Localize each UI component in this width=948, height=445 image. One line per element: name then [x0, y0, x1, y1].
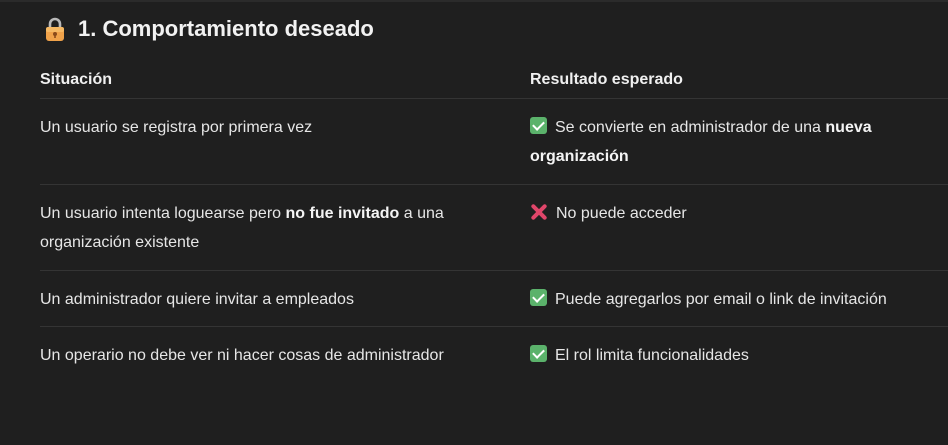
situation-cell: Un administrador quiere invitar a emplea…: [40, 291, 354, 308]
check-icon: [530, 345, 547, 362]
situation-cell: Un operario no debe ver ni hacer cosas d…: [40, 347, 444, 364]
result-text: No puede acceder: [556, 205, 687, 222]
cross-icon: [530, 203, 548, 221]
section-heading: 1. Comportamiento deseado: [42, 16, 374, 42]
column-header-situation: Situación: [40, 71, 113, 88]
behavior-table: Situación Resultado esperado Un usuario …: [40, 60, 948, 383]
result-cell: Puede agregarlos por email o link de inv…: [530, 285, 930, 314]
result-text: El rol limita funcionalidades: [555, 347, 749, 364]
situation-text: Un usuario intenta loguearse pero: [40, 205, 286, 222]
table-row: Un usuario se registra por primera vez S…: [40, 99, 948, 185]
result-text: Se convierte en administrador de una: [555, 119, 826, 136]
column-header-result: Resultado esperado: [530, 71, 683, 88]
table-row: Un operario no debe ver ni hacer cosas d…: [40, 327, 948, 383]
table-header-row: Situación Resultado esperado: [40, 60, 948, 99]
situation-bold-text: no fue invitado: [285, 205, 400, 222]
table-row: Un usuario intenta loguearse pero no fue…: [40, 185, 948, 271]
result-cell: No puede acceder: [530, 199, 930, 228]
result-cell: Se convierte en administrador de una nue…: [530, 113, 930, 171]
table-row: Un administrador quiere invitar a emplea…: [40, 271, 948, 327]
check-icon: [530, 289, 547, 306]
situation-cell: Un usuario se registra por primera vez: [40, 119, 313, 136]
lock-icon: [42, 16, 68, 42]
situation-cell: Un usuario intenta loguearse pero no fue…: [40, 199, 510, 257]
top-divider: [0, 0, 948, 2]
section-title: 1. Comportamiento deseado: [78, 16, 374, 41]
result-cell: El rol limita funcionalidades: [530, 341, 930, 370]
result-text: Puede agregarlos por email o link de inv…: [555, 291, 887, 308]
check-icon: [530, 117, 547, 134]
